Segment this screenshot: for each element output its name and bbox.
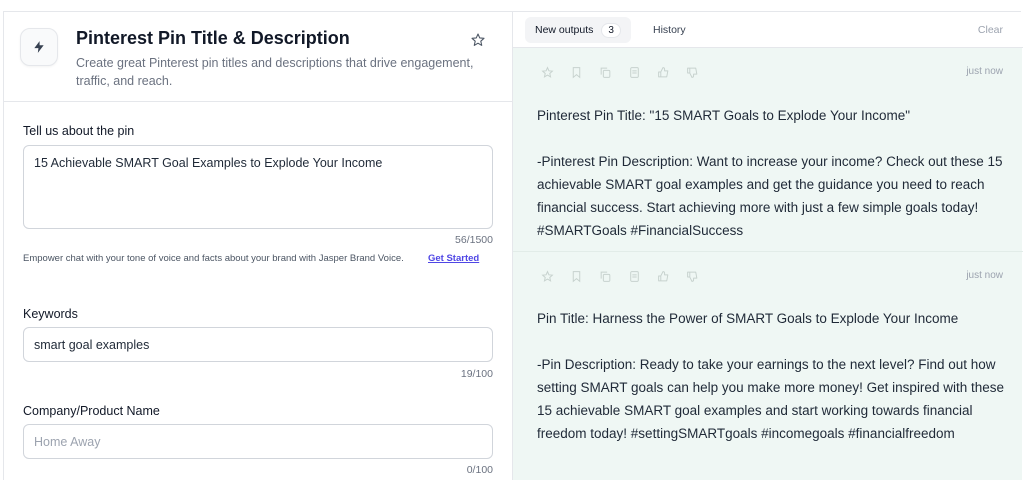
bolt-icon bbox=[20, 28, 58, 66]
outputs-panel: New outputs 3 History Clear just now Pin… bbox=[512, 12, 1023, 480]
tab-new-outputs[interactable]: New outputs 3 bbox=[525, 17, 631, 43]
output-description: -Pinterest Pin Description: Want to incr… bbox=[537, 154, 1003, 238]
app-frame: Pinterest Pin Title & Description Create… bbox=[3, 11, 1023, 480]
company-counter: 0/100 bbox=[466, 464, 493, 476]
document-icon[interactable] bbox=[628, 66, 641, 79]
star-icon[interactable] bbox=[541, 270, 554, 283]
thumbs-down-icon[interactable] bbox=[686, 66, 699, 79]
output-title-line: Pinterest Pin Title: "15 SMART Goals to … bbox=[537, 108, 911, 123]
output-actions bbox=[541, 66, 699, 79]
clear-button[interactable]: Clear bbox=[978, 24, 1003, 36]
output-actions bbox=[541, 270, 699, 283]
output-timestamp: just now bbox=[966, 66, 1003, 77]
page-title: Pinterest Pin Title & Description bbox=[76, 28, 350, 48]
thumbs-up-icon[interactable] bbox=[657, 66, 670, 79]
pin-textarea[interactable]: 15 Achievable SMART Goal Examples to Exp… bbox=[23, 145, 493, 229]
keywords-input[interactable]: smart goal examples bbox=[23, 327, 493, 362]
output-card: just now Pin Title: Harness the Power of… bbox=[513, 252, 1023, 480]
get-started-link[interactable]: Get Started bbox=[428, 252, 479, 266]
thumbs-down-icon[interactable] bbox=[686, 270, 699, 283]
output-timestamp: just now bbox=[966, 270, 1003, 281]
keywords-label: Keywords bbox=[23, 307, 78, 321]
template-header: Pinterest Pin Title & Description Create… bbox=[4, 12, 512, 102]
copy-icon[interactable] bbox=[599, 66, 612, 79]
output-card: just now Pinterest Pin Title: "15 SMART … bbox=[513, 48, 1023, 252]
new-outputs-count-badge: 3 bbox=[601, 22, 621, 38]
pin-label: Tell us about the pin bbox=[23, 124, 135, 138]
copy-icon[interactable] bbox=[599, 270, 612, 283]
output-title-line: Pin Title: Harness the Power of SMART Go… bbox=[537, 311, 959, 326]
star-icon[interactable] bbox=[541, 66, 554, 79]
tab-history[interactable]: History bbox=[653, 24, 686, 36]
document-icon[interactable] bbox=[628, 270, 641, 283]
brand-voice-text: Empower chat with your tone of voice and… bbox=[23, 253, 404, 264]
output-text[interactable]: Pin Title: Harness the Power of SMART Go… bbox=[537, 307, 1005, 445]
keywords-counter: 19/100 bbox=[460, 368, 493, 380]
output-description: -Pin Description: Ready to take your ear… bbox=[537, 357, 1004, 441]
bookmark-icon[interactable] bbox=[570, 66, 583, 79]
company-input[interactable]: Home Away bbox=[23, 424, 493, 459]
output-text[interactable]: Pinterest Pin Title: "15 SMART Goals to … bbox=[537, 104, 1005, 242]
favorite-star-icon[interactable] bbox=[470, 32, 488, 50]
input-panel: Pinterest Pin Title & Description Create… bbox=[4, 12, 512, 480]
bookmark-icon[interactable] bbox=[570, 270, 583, 283]
company-label: Company/Product Name bbox=[23, 404, 160, 418]
brand-voice-note: Empower chat with your tone of voice and… bbox=[23, 252, 493, 266]
thumbs-up-icon[interactable] bbox=[657, 270, 670, 283]
outputs-tabs: New outputs 3 History Clear bbox=[513, 12, 1023, 48]
page-subtitle: Create great Pinterest pin titles and de… bbox=[76, 56, 474, 88]
tab-new-outputs-label: New outputs bbox=[535, 24, 594, 36]
pin-counter: 56/1500 bbox=[455, 234, 493, 246]
